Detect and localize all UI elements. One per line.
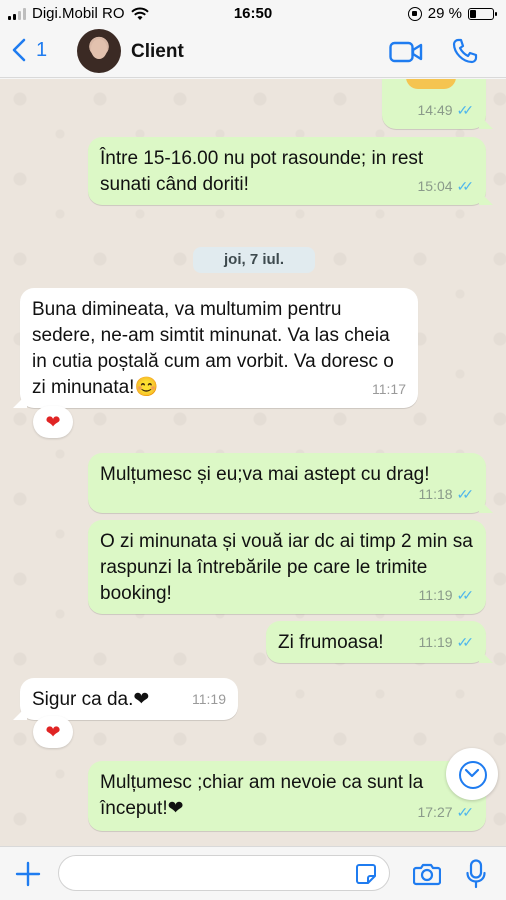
read-receipt-icon: ✓✓ bbox=[456, 634, 475, 650]
message-meta: 11:19 bbox=[192, 686, 226, 712]
avatar[interactable] bbox=[77, 29, 121, 73]
message-text: Mulțumesc ;chiar am nevoie ca sunt la în… bbox=[100, 772, 424, 819]
message-time: 15:04 bbox=[417, 178, 453, 194]
chevron-left-icon bbox=[12, 38, 26, 62]
message-outgoing[interactable]: O zi minunata și vouă iar dc ai timp 2 m… bbox=[88, 520, 486, 614]
message-time: 14:49 bbox=[417, 102, 453, 118]
message-outgoing[interactable]: Mulțumesc ;chiar am nevoie ca sunt la în… bbox=[88, 761, 486, 831]
message-time: 11:17 bbox=[372, 381, 406, 397]
back-button[interactable]: 1 bbox=[12, 38, 47, 62]
message-text: Buna dimineata, va multumim pentru seder… bbox=[32, 299, 394, 398]
message-meta: 11:19 ✓✓ bbox=[418, 629, 475, 655]
plus-icon[interactable] bbox=[15, 861, 41, 887]
message-outgoing[interactable]: Zi frumoasa! 11:19 ✓✓ bbox=[266, 621, 486, 663]
contact-name[interactable]: Client bbox=[131, 41, 184, 63]
message-incoming[interactable]: Sigur ca da.❤ 11:19 bbox=[20, 678, 238, 720]
message-time: 11:19 bbox=[418, 634, 453, 650]
orientation-lock-icon bbox=[407, 6, 422, 21]
read-receipt-icon: ✓✓ bbox=[456, 178, 475, 194]
message-outgoing[interactable]: Între 15-16.00 nu pot rasounde; in rest … bbox=[88, 137, 486, 205]
battery-percent: 29 % bbox=[427, 5, 462, 22]
message-meta: 17:27 ✓✓ bbox=[417, 799, 474, 825]
scroll-to-bottom-button[interactable] bbox=[446, 748, 498, 800]
message-meta: 11:18 ✓✓ bbox=[418, 481, 475, 507]
read-receipt-icon: ✓✓ bbox=[456, 804, 475, 820]
message-time: 17:27 bbox=[417, 804, 453, 820]
message-outgoing[interactable]: 14:49 ✓✓ bbox=[382, 79, 486, 129]
message-text: Zi frumoasa! bbox=[278, 632, 384, 653]
date-separator: joi, 7 iul. bbox=[193, 247, 315, 273]
read-receipt-icon: ✓✓ bbox=[456, 587, 475, 603]
read-receipt-icon: ✓✓ bbox=[456, 102, 475, 118]
chevron-down-icon bbox=[464, 768, 480, 778]
message-text: Între 15-16.00 nu pot rasounde; in rest … bbox=[100, 148, 424, 195]
message-incoming[interactable]: Buna dimineata, va multumim pentru seder… bbox=[20, 288, 418, 408]
message-time: 11:18 bbox=[418, 486, 453, 502]
battery-icon bbox=[468, 7, 497, 20]
message-outgoing[interactable]: Mulțumesc și eu;va mai astept cu drag! 1… bbox=[88, 453, 486, 513]
unread-count: 1 bbox=[36, 38, 48, 61]
message-time: 11:19 bbox=[418, 587, 453, 603]
chat-area[interactable]: 14:49 ✓✓ Între 15-16.00 nu pot rasounde;… bbox=[0, 79, 506, 846]
reaction-badge[interactable]: ❤ bbox=[33, 406, 73, 438]
message-meta: 11:17 bbox=[372, 376, 406, 402]
reaction-badge[interactable]: ❤ bbox=[33, 716, 73, 748]
sticker-image bbox=[406, 79, 456, 89]
read-receipt-icon: ✓✓ bbox=[456, 486, 475, 502]
status-right-group: 29 % bbox=[407, 5, 497, 22]
video-call-icon[interactable] bbox=[389, 41, 423, 63]
status-bar: Digi.Mobil RO 16:50 29 % bbox=[0, 0, 506, 26]
message-meta: 15:04 ✓✓ bbox=[417, 173, 474, 199]
message-text: Mulțumesc și eu;va mai astept cu drag! bbox=[100, 464, 430, 485]
message-text: O zi minunata și vouă iar dc ai timp 2 m… bbox=[100, 531, 473, 604]
message-text: Sigur ca da.❤ bbox=[32, 689, 150, 710]
camera-icon[interactable] bbox=[413, 862, 441, 886]
message-input[interactable] bbox=[58, 855, 390, 891]
chat-header: 1 Client bbox=[0, 26, 506, 78]
input-bar bbox=[0, 846, 506, 900]
phone-call-icon[interactable] bbox=[452, 38, 478, 64]
sticker-icon[interactable] bbox=[355, 863, 377, 885]
message-meta: 11:19 ✓✓ bbox=[418, 582, 475, 608]
message-time: 11:19 bbox=[192, 691, 226, 707]
microphone-icon[interactable] bbox=[466, 859, 486, 889]
message-meta: 14:49 ✓✓ bbox=[417, 97, 474, 123]
